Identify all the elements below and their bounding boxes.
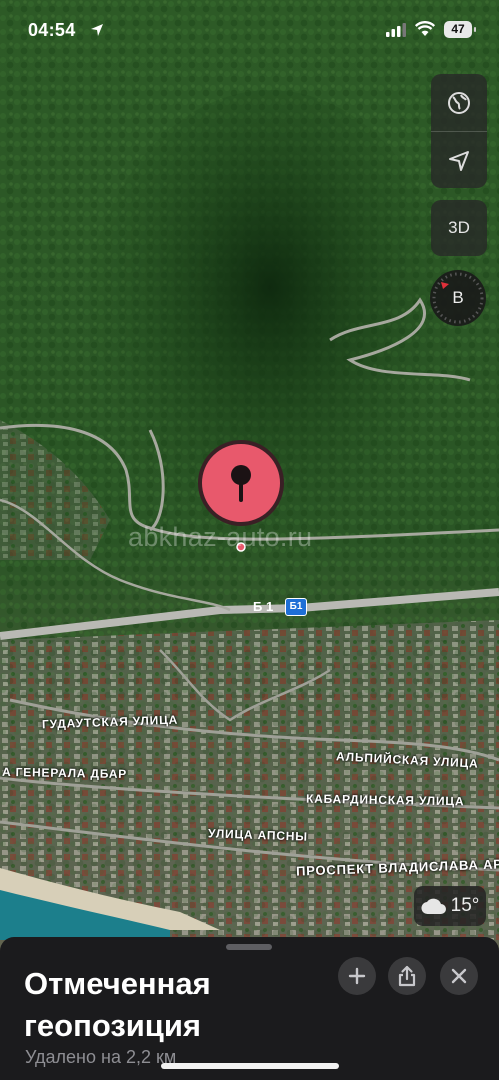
add-button[interactable] <box>338 957 376 995</box>
road-shield: Б1 <box>285 598 307 616</box>
cloud-icon <box>421 898 446 915</box>
location-arrow-icon <box>449 150 469 171</box>
sheet-grabber[interactable] <box>226 944 272 950</box>
cellular-signal-icon <box>386 23 406 37</box>
battery-indicator: 47 <box>444 21 476 38</box>
compass[interactable]: В <box>430 270 486 326</box>
place-sheet[interactable]: Отмеченная геопозиция Удалено на 2,2 км <box>0 937 499 1080</box>
current-location-button[interactable] <box>431 132 487 189</box>
close-button[interactable] <box>440 957 478 995</box>
status-time: 04:54 <box>28 20 76 40</box>
temperature: 15° <box>450 895 480 916</box>
map-controls <box>431 74 487 188</box>
street-label-kabardinskaya: КАБАРДИНСКАЯ УЛИЦА <box>305 791 465 809</box>
share-icon <box>398 965 416 987</box>
globe-icon <box>448 91 470 114</box>
close-icon <box>451 968 467 984</box>
location-services-icon <box>91 24 103 36</box>
plus-icon <box>348 967 366 985</box>
place-distance: Удалено на 2,2 км <box>25 1047 177 1067</box>
place-title: Отмеченная геопозиция <box>24 966 211 1043</box>
3d-view-button[interactable]: 3D <box>431 200 487 256</box>
home-indicator[interactable] <box>161 1063 339 1069</box>
street-label-generala-dbar: А ГЕНЕРАЛА ДБАР <box>1 764 128 782</box>
status-bar: 04:54 47 <box>0 0 499 60</box>
share-button[interactable] <box>388 957 426 995</box>
weather-badge[interactable]: 15° <box>414 886 486 926</box>
road-number-label: Б 1 <box>253 599 274 614</box>
watermark: abkhaz-auto.ru <box>128 522 313 552</box>
wifi-icon <box>415 21 435 36</box>
map-mode-button[interactable] <box>431 74 487 131</box>
compass-direction: В <box>452 288 464 307</box>
